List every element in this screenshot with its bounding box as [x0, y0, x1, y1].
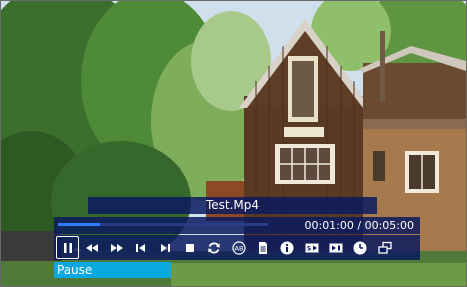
- previous-track-icon: [135, 243, 145, 252]
- ab-repeat-icon: AB: [231, 240, 246, 255]
- sleep-timer-button[interactable]: [348, 236, 372, 260]
- time-display: 00:01:00 / 00:05:00: [304, 219, 414, 232]
- slideshow-button[interactable]: S: [300, 236, 324, 260]
- slideshow-icon: S: [305, 243, 319, 252]
- window-mode-icon: [378, 241, 392, 254]
- svg-text:AB: AB: [234, 244, 243, 252]
- svg-text:S: S: [307, 245, 311, 252]
- rewind-icon: [86, 243, 99, 252]
- next-track-button[interactable]: [153, 236, 177, 260]
- video-title: Test.Mp4: [88, 197, 377, 214]
- fast-forward-button[interactable]: [104, 236, 128, 260]
- pause-icon: [63, 242, 72, 253]
- progress-panel: 00:01:00 / 00:05:00: [54, 217, 420, 234]
- seek-bar-fill: [58, 223, 100, 226]
- control-bar: AB S: [54, 235, 420, 260]
- previous-track-button[interactable]: [129, 236, 153, 260]
- video-player: Test.Mp4 00:01:00 / 00:05:00 AB S Pause: [0, 0, 467, 287]
- info-icon: [280, 241, 294, 254]
- subtitle-button[interactable]: [324, 236, 348, 260]
- stop-icon: [185, 243, 194, 252]
- stop-button[interactable]: [178, 236, 202, 260]
- playlist-icon: [258, 241, 267, 254]
- repeat-icon: [208, 242, 220, 253]
- subtitle-icon: [329, 243, 343, 252]
- next-track-icon: [161, 243, 171, 252]
- control-tooltip: Pause: [54, 262, 171, 278]
- repeat-button[interactable]: [202, 236, 226, 260]
- sleep-timer-icon: [353, 241, 367, 254]
- fast-forward-icon: [110, 243, 123, 252]
- window-mode-button[interactable]: [373, 236, 397, 260]
- seek-bar[interactable]: [58, 223, 268, 226]
- ab-repeat-button[interactable]: AB: [226, 236, 250, 260]
- playlist-button[interactable]: [251, 236, 275, 260]
- rewind-button[interactable]: [80, 236, 104, 260]
- info-button[interactable]: [275, 236, 299, 260]
- pause-button[interactable]: [56, 236, 79, 259]
